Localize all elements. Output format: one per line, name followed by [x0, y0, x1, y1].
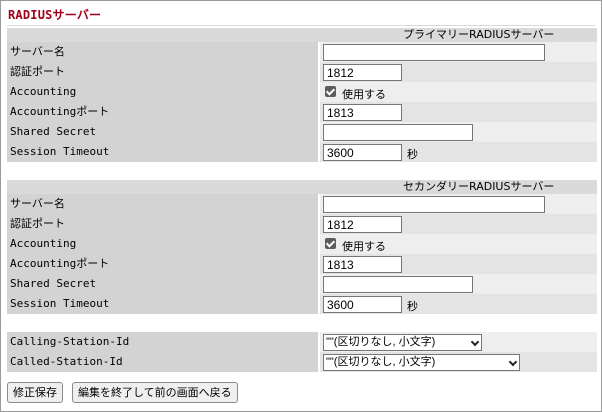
- called-station-id-value: ""(区切りなし, 小文字): [326, 356, 436, 368]
- secondary-server-name-label: サーバー名: [7, 194, 318, 214]
- secondary-rows: サーバー名 認証ポート Accounting 使用する Accountin: [7, 194, 597, 314]
- secondary-session-timeout-input[interactable]: [323, 296, 402, 313]
- chevron-down-icon: [470, 337, 480, 347]
- secondary-auth-port-row: 認証ポート: [7, 214, 597, 234]
- primary-server-name-input[interactable]: [323, 44, 545, 61]
- primary-shared-secret-row: Shared Secret: [7, 122, 597, 142]
- secondary-server-name-row: サーバー名: [7, 194, 597, 214]
- called-station-id-cell: ""(区切りなし, 小文字): [320, 352, 597, 372]
- called-station-id-row: Called-Station-Id ""(区切りなし, 小文字): [7, 352, 597, 372]
- secondary-shared-secret-cell: [320, 274, 597, 294]
- secondary-server-name-cell: [320, 194, 597, 214]
- primary-accounting-label: Accounting: [7, 82, 318, 102]
- secondary-session-timeout-label: Session Timeout: [7, 294, 318, 314]
- secondary-accounting-checkbox[interactable]: [325, 238, 336, 249]
- secondary-session-timeout-cell: 秒: [320, 294, 597, 314]
- primary-auth-port-cell: [320, 62, 597, 82]
- secondary-radius-section: セカンダリーRADIUSサーバー サーバー名 認証ポート Accounting …: [7, 180, 597, 314]
- secondary-accounting-checkbox-label: 使用する: [342, 240, 386, 253]
- window-frame: RADIUSサーバー プライマリーRADIUSサーバー サーバー名 認証ポート …: [0, 0, 602, 412]
- primary-session-timeout-unit: 秒: [407, 148, 418, 161]
- calling-station-id-row: Calling-Station-Id ""(区切りなし, 小文字): [7, 332, 597, 352]
- secondary-auth-port-label: 認証ポート: [7, 214, 318, 234]
- page-title: RADIUSサーバー: [8, 8, 102, 22]
- primary-server-name-label: サーバー名: [7, 42, 318, 62]
- exit-edit-button[interactable]: 編集を終了して前の画面へ戻る: [72, 382, 238, 403]
- secondary-accounting-port-row: Accountingポート: [7, 254, 597, 274]
- title-divider: [7, 25, 595, 26]
- primary-server-name-row: サーバー名: [7, 42, 597, 62]
- station-rows: Calling-Station-Id ""(区切りなし, 小文字) Called…: [7, 332, 597, 372]
- primary-session-timeout-cell: 秒: [320, 142, 597, 162]
- called-station-id-select[interactable]: ""(区切りなし, 小文字): [323, 354, 520, 371]
- secondary-accounting-port-label: Accountingポート: [7, 254, 318, 274]
- primary-accounting-row: Accounting 使用する: [7, 82, 597, 102]
- primary-auth-port-label: 認証ポート: [7, 62, 318, 82]
- primary-accounting-port-label: Accountingポート: [7, 102, 318, 122]
- secondary-accounting-label: Accounting: [7, 234, 318, 254]
- primary-accounting-checkbox[interactable]: [325, 86, 336, 97]
- secondary-accounting-port-cell: [320, 254, 597, 274]
- primary-session-timeout-label: Session Timeout: [7, 142, 318, 162]
- secondary-shared-secret-input[interactable]: [323, 276, 473, 293]
- secondary-auth-port-cell: [320, 214, 597, 234]
- called-station-id-label: Called-Station-Id: [7, 352, 318, 372]
- calling-station-id-label: Calling-Station-Id: [7, 332, 318, 352]
- secondary-accounting-port-input[interactable]: [323, 256, 402, 273]
- primary-accounting-port-input[interactable]: [323, 104, 402, 121]
- primary-accounting-port-row: Accountingポート: [7, 102, 597, 122]
- chevron-down-icon: [508, 357, 518, 367]
- secondary-server-name-input[interactable]: [323, 196, 545, 213]
- secondary-shared-secret-label: Shared Secret: [7, 274, 318, 294]
- secondary-session-timeout-unit: 秒: [407, 300, 418, 313]
- calling-station-id-cell: ""(区切りなし, 小文字): [320, 332, 597, 352]
- primary-rows: サーバー名 認証ポート Accounting 使用する Accountin: [7, 42, 597, 162]
- primary-accounting-cell: 使用する: [320, 82, 597, 102]
- primary-session-timeout-input[interactable]: [323, 144, 402, 161]
- primary-shared-secret-label: Shared Secret: [7, 122, 318, 142]
- primary-auth-port-row: 認証ポート: [7, 62, 597, 82]
- primary-shared-secret-cell: [320, 122, 597, 142]
- calling-station-id-select[interactable]: ""(区切りなし, 小文字): [323, 334, 482, 351]
- secondary-section-header: セカンダリーRADIUSサーバー: [7, 180, 597, 194]
- calling-station-id-value: ""(区切りなし, 小文字): [326, 336, 436, 348]
- primary-radius-section: プライマリーRADIUSサーバー サーバー名 認証ポート Accounting …: [7, 28, 597, 162]
- primary-auth-port-input[interactable]: [323, 64, 402, 81]
- secondary-accounting-row: Accounting 使用する: [7, 234, 597, 254]
- primary-shared-secret-input[interactable]: [323, 124, 473, 141]
- secondary-shared-secret-row: Shared Secret: [7, 274, 597, 294]
- station-id-section: Calling-Station-Id ""(区切りなし, 小文字) Called…: [7, 332, 597, 372]
- primary-session-timeout-row: Session Timeout 秒: [7, 142, 597, 162]
- primary-server-name-cell: [320, 42, 597, 62]
- save-button[interactable]: 修正保存: [7, 382, 63, 403]
- primary-section-header: プライマリーRADIUSサーバー: [7, 28, 597, 42]
- secondary-auth-port-input[interactable]: [323, 216, 402, 233]
- secondary-session-timeout-row: Session Timeout 秒: [7, 294, 597, 314]
- secondary-accounting-cell: 使用する: [320, 234, 597, 254]
- primary-accounting-port-cell: [320, 102, 597, 122]
- primary-accounting-checkbox-label: 使用する: [342, 88, 386, 101]
